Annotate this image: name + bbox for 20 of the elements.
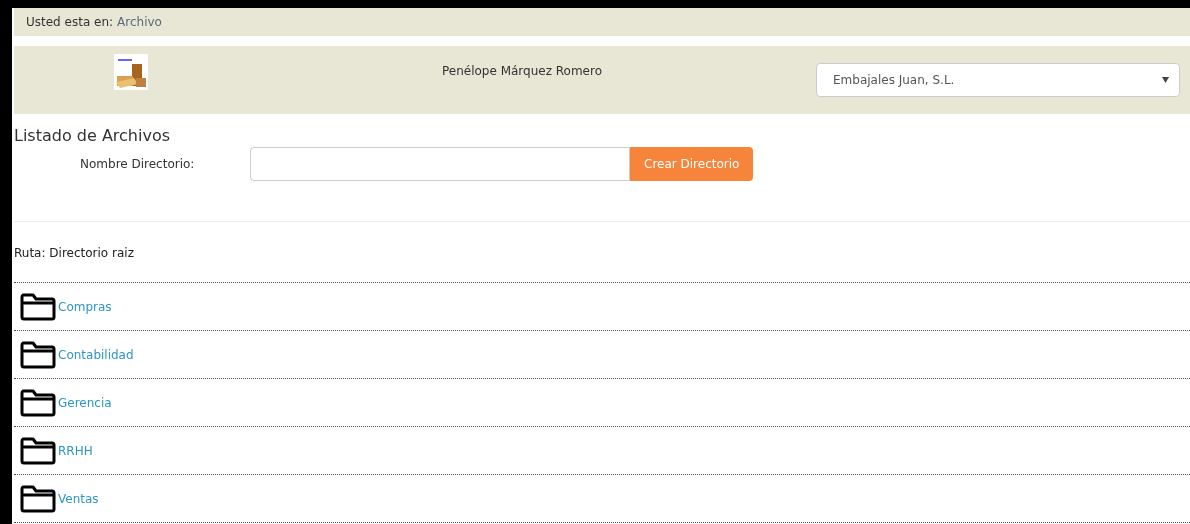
breadcrumb-link[interactable]: Archivo	[117, 15, 162, 29]
folder-link[interactable]: Compras	[58, 299, 112, 314]
create-directory-button[interactable]: Crear Directorio	[630, 147, 754, 181]
caret-icon	[1162, 77, 1169, 83]
folder-icon	[20, 483, 56, 514]
folder-link[interactable]: Gerencia	[58, 395, 112, 410]
folder-link[interactable]: RRHH	[58, 443, 93, 458]
directory-name-field[interactable]	[250, 147, 630, 181]
folder-icon	[20, 387, 56, 418]
breadcrumb-label: Usted esta en:	[26, 15, 114, 29]
folder-icon	[20, 435, 56, 466]
path-text: Ruta: Directorio raiz	[14, 246, 135, 260]
folder-icon	[20, 291, 56, 322]
folder-icon	[20, 339, 56, 370]
page-title: Listado de Archivos	[14, 126, 172, 145]
folder-link[interactable]: Ventas	[58, 491, 99, 506]
company-select[interactable]: Embajales Juan, S.L.	[816, 63, 1180, 97]
folder-link[interactable]: Contabilidad	[58, 347, 134, 362]
field-label: Nombre Directorio:	[79, 157, 196, 171]
user-name: Penélope Márquez Romero	[440, 63, 603, 78]
